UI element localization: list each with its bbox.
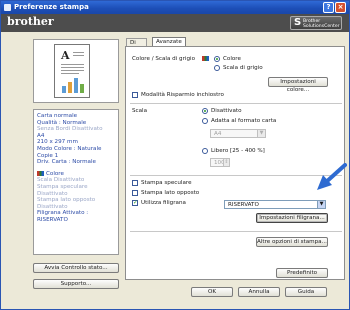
doc-line <box>61 67 84 68</box>
color-radio[interactable] <box>214 56 220 62</box>
watermark-settings-button[interactable]: Impostazioni filigrana... <box>256 213 328 223</box>
summary-line: Driv. Carta : Normale <box>37 159 96 166</box>
scale-off-radio[interactable] <box>202 108 208 114</box>
doc-line <box>73 52 84 53</box>
scale-free-radio[interactable] <box>202 148 208 154</box>
summary-line: A4 <box>37 132 45 139</box>
title-bar[interactable]: Preferenze stampa ? × <box>1 1 349 14</box>
summary-line: Scala Disattivato <box>37 177 85 184</box>
default-button[interactable]: Predefinito <box>276 268 328 278</box>
solutions-center-button[interactable]: S Brother SolutionsCenter <box>290 16 342 30</box>
grayscale-radio[interactable] <box>214 65 220 71</box>
scale-free-label: Libero [25 - 400 %] <box>211 148 265 154</box>
doc-chart-bar <box>62 86 66 93</box>
color-palette-icon <box>37 170 44 176</box>
document-thumbnail: A <box>54 44 90 98</box>
scale-fit-label: Adatta al formato carta <box>211 118 277 124</box>
scale-fit-radio[interactable] <box>202 118 208 124</box>
mirror-label: Stampa speculare <box>141 180 192 186</box>
doc-line <box>61 73 79 74</box>
watermark-select[interactable]: RISERVATO ▼ <box>224 200 326 209</box>
solutions-line2: SolutionsCenter <box>303 24 340 29</box>
watermark-label: Utilizza filigrana <box>141 200 186 206</box>
printer-icon <box>4 4 11 11</box>
advanced-panel: Colore / Scala di grigio Colore Scala di… <box>125 46 345 280</box>
brand-bar: brother S Brother SolutionsCenter <box>1 14 349 32</box>
summary-line: Stampa lato opposto Disattivato <box>37 197 96 210</box>
summary-line: Stampa speculare Disattivato <box>37 183 88 197</box>
color-mode-label: Colore / Scala di grigio <box>132 56 195 62</box>
summary-line: Copie 1 <box>37 152 59 159</box>
fit-paper-select[interactable]: A4 ▼ <box>210 129 266 138</box>
watermark-checkbox[interactable] <box>132 199 138 206</box>
color-option-label: Colore <box>223 56 241 62</box>
doc-line <box>61 70 84 71</box>
close-button[interactable]: × <box>335 2 346 13</box>
summary-line: Senza Bordi Disattivato <box>37 126 103 133</box>
page-preview: A <box>33 39 119 103</box>
summary-line: Modo Colore : Naturale <box>37 145 102 152</box>
divider <box>130 231 342 232</box>
summary-line: 210 x 297 mm <box>37 139 78 146</box>
scale-label: Scala <box>132 108 148 114</box>
reverse-label: Stampa lato opposto <box>141 190 200 196</box>
doc-chart-bar <box>68 82 72 93</box>
left-panel: A Carta normale Qualità : Normale Senza … <box>33 39 119 297</box>
color-mode-icon <box>202 56 209 61</box>
scale-off-label: Disattivato <box>211 108 242 114</box>
color-settings-button[interactable]: Impostazioni colore... <box>268 77 328 93</box>
other-options-button[interactable]: Altre opzioni di stampa... <box>256 237 328 247</box>
solutions-s-icon: S <box>294 17 302 28</box>
doc-line <box>61 64 84 65</box>
mirror-checkbox[interactable] <box>132 180 138 186</box>
grayscale-option-label: Scala di grigio <box>223 65 263 71</box>
help-dialog-button[interactable]: Guida <box>285 287 327 297</box>
reverse-checkbox[interactable] <box>132 190 138 196</box>
summary-line: Carta normale <box>37 113 78 119</box>
scale-percent-stepper[interactable]: 100 ⇕ <box>210 158 230 167</box>
status-monitor-button[interactable]: Avvia Controllo stato... <box>33 263 119 273</box>
ink-save-label: Modalità Risparmio inchiostro <box>141 92 224 98</box>
summary-line: Filigrana Attivato : RISERVATO <box>37 210 89 223</box>
doc-line <box>73 55 84 56</box>
ink-save-checkbox[interactable] <box>132 92 138 98</box>
divider <box>130 103 342 104</box>
cancel-button[interactable]: Annulla <box>238 287 280 297</box>
doc-chart-bar <box>74 78 78 93</box>
ok-button[interactable]: OK <box>191 287 233 297</box>
doc-chart-bar <box>80 84 84 93</box>
doc-letter: A <box>61 49 70 62</box>
help-button[interactable]: ? <box>323 2 334 13</box>
highlight-arrow-icon <box>317 163 347 190</box>
support-button[interactable]: Supporto... <box>33 279 119 289</box>
summary-color-title: Colore <box>37 170 115 178</box>
chevron-down-icon: ▼ <box>317 201 325 208</box>
settings-summary: Carta normale Qualità : Normale Senza Bo… <box>33 109 119 255</box>
brother-logo: brother <box>7 15 54 28</box>
print-preferences-window: Preferenze stampa ? × brother S Brother S… <box>0 0 350 310</box>
divider <box>130 175 342 176</box>
chevron-down-icon: ▼ <box>257 130 265 137</box>
window-title: Preferenze stampa <box>14 3 89 11</box>
stepper-arrows-icon: ⇕ <box>223 159 229 166</box>
summary-line: Qualità : Normale <box>37 119 87 126</box>
